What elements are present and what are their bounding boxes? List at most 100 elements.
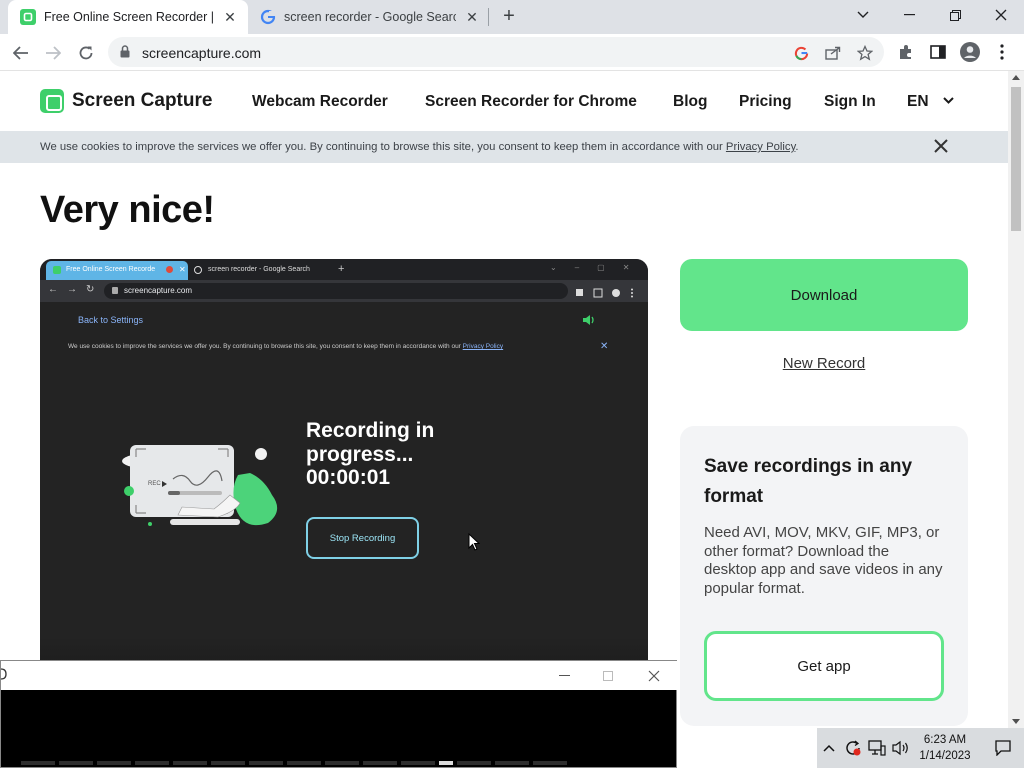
browser-menu-kebab-icon[interactable] [992, 42, 1012, 62]
screen-capture-logo-icon [40, 89, 64, 113]
recording-illustration: REC [122, 445, 278, 526]
google-lens-g-icon[interactable] [792, 44, 810, 62]
cookie-banner: We use cookies to improve the services w… [0, 131, 1008, 163]
desktop-app-promo-card: Save recordings in any format Need AVI, … [680, 426, 968, 726]
preview-window-controls: ⌄–▢✕ [550, 263, 648, 272]
preview-favicon-icon [53, 266, 61, 274]
share-icon[interactable] [824, 44, 842, 62]
new-tab-button[interactable]: + [498, 6, 520, 28]
preview-new-tab-icon: + [338, 263, 345, 275]
browser-tab-active[interactable]: Free Online Screen Recorder | Or ✕ [8, 0, 248, 34]
forward-arrow-icon[interactable] [40, 40, 66, 66]
preview-speaker-icon [582, 313, 596, 331]
nav-webcam-recorder[interactable]: Webcam Recorder [252, 93, 388, 111]
preview-tab2-title: screen recorder - Google Search [208, 266, 310, 273]
recording-status-line2: progress... [306, 442, 414, 466]
clock-date: 1/14/2023 [919, 750, 971, 762]
lock-icon[interactable] [120, 45, 130, 63]
page-scrollbar[interactable] [1008, 71, 1024, 728]
preview-back-link: Back to Settings [78, 315, 144, 325]
language-selector[interactable]: EN [907, 93, 954, 111]
preview-google-icon [194, 266, 202, 274]
notifications-icon[interactable] [993, 738, 1013, 758]
tab-title: Free Online Screen Recorder | Or [44, 10, 216, 24]
scroll-down-arrow-icon[interactable] [1012, 719, 1020, 724]
preview-toolbar-icons [574, 285, 638, 298]
reload-icon[interactable] [73, 40, 99, 66]
show-hidden-icons-chevron-icon[interactable] [819, 738, 839, 758]
tab-divider [488, 8, 489, 26]
bookmark-star-icon[interactable] [856, 44, 874, 62]
minimize-window-button[interactable] [886, 0, 932, 30]
system-clock[interactable]: 6:23 AM 1/14/2023 [917, 732, 973, 764]
address-bar[interactable]: screencapture.com [108, 37, 884, 67]
chevron-down-icon [943, 97, 954, 104]
scrollbar-thumb[interactable] [1011, 87, 1021, 231]
screencapture-favicon-icon [20, 9, 36, 25]
browser-toolbar: screencapture.com [0, 34, 1024, 71]
recording-dot-icon [166, 266, 173, 273]
logo-text: Screen Capture [72, 90, 213, 111]
preview-cookie-text: We use cookies to improve the services w… [68, 343, 504, 350]
language-label: EN [907, 93, 929, 110]
network-monitor-icon[interactable] [867, 738, 887, 758]
scroll-up-arrow-icon[interactable] [1012, 75, 1020, 80]
cookie-banner-text: We use cookies to improve the services w… [40, 141, 799, 153]
get-app-button[interactable]: Get app [704, 631, 944, 701]
preview-toolbar: ←→↻ screencapture.com [40, 280, 648, 302]
recorder-window-titlebar[interactable] [0, 661, 677, 690]
recording-tray-icon[interactable] [843, 738, 863, 758]
promo-body: Need AVI, MOV, MKV, GIF, MP3, or other f… [704, 524, 943, 597]
svg-text:REC: REC [148, 481, 161, 487]
new-record-link-wrap: New Record [680, 355, 968, 373]
preview-cookie-close-icon: ✕ [600, 341, 609, 352]
stop-recording-button: Stop Recording [306, 517, 419, 559]
promo-title: Save recordings in any format [704, 456, 913, 507]
preview-tab-title: Free Online Screen Recorde [66, 266, 156, 273]
recording-status: Recording in progress... 00:00:01 [306, 419, 476, 490]
profile-avatar-icon[interactable] [960, 42, 980, 62]
tab-search-chevron-icon[interactable] [840, 0, 886, 30]
nav-blog[interactable]: Blog [673, 93, 707, 111]
site-logo[interactable]: Screen Capture [40, 89, 212, 113]
preview-nav-icons: ←→↻ [48, 284, 104, 295]
preview-tab-strip: Free Online Screen Recorde ✕ screen reco… [40, 259, 648, 280]
recorder-maximize-button[interactable] [585, 661, 631, 690]
browser-tab-inactive[interactable]: screen recorder - Google Search ✕ [250, 0, 490, 34]
back-arrow-icon[interactable] [8, 40, 34, 66]
preview-tab-active: Free Online Screen Recorde ✕ [46, 261, 188, 280]
recording-timer: 00:00:01 [306, 466, 391, 489]
recorder-close-button[interactable] [631, 661, 677, 690]
preview-address-bar: screencapture.com [104, 283, 568, 299]
tab-close-icon[interactable]: ✕ [464, 9, 480, 25]
recording-status-line1: Recording in [306, 419, 435, 442]
recorder-window-icon [0, 667, 7, 684]
extensions-puzzle-icon[interactable] [896, 42, 916, 62]
restore-window-button[interactable] [932, 0, 978, 30]
preview-tab-inactive: screen recorder - Google Search [192, 261, 310, 274]
browser-tab-strip: Free Online Screen Recorder | Or ✕ scree… [0, 0, 1024, 34]
nav-screen-recorder-chrome[interactable]: Screen Recorder for Chrome [425, 93, 637, 111]
nav-sign-in[interactable]: Sign In [824, 93, 876, 111]
recording-preview[interactable]: Free Online Screen Recorde ✕ screen reco… [40, 259, 648, 679]
preview-url: screencapture.com [124, 286, 193, 295]
volume-speaker-icon[interactable] [891, 738, 911, 758]
windows-taskbar-tray: 6:23 AM 1/14/2023 [817, 728, 1024, 768]
new-record-link[interactable]: New Record [783, 355, 866, 372]
preview-lock-icon [112, 287, 118, 294]
recorder-popup-window[interactable] [0, 660, 677, 768]
close-window-button[interactable] [978, 0, 1024, 30]
tab-title: screen recorder - Google Search [284, 10, 456, 24]
clock-time: 6:23 AM [923, 734, 967, 746]
nav-pricing[interactable]: Pricing [739, 93, 792, 111]
url-text: screencapture.com [142, 45, 262, 61]
preview-tab-close-icon: ✕ [179, 265, 186, 274]
tab-close-icon[interactable]: ✕ [222, 9, 238, 25]
mouse-cursor-icon [468, 532, 481, 556]
page-title: Very nice! [40, 189, 215, 231]
download-button[interactable]: Download [680, 259, 968, 331]
side-panel-icon[interactable] [928, 42, 948, 62]
close-icon[interactable] [934, 139, 950, 155]
privacy-policy-link[interactable]: Privacy Policy [726, 141, 795, 153]
recorder-minimize-button[interactable] [541, 661, 587, 690]
